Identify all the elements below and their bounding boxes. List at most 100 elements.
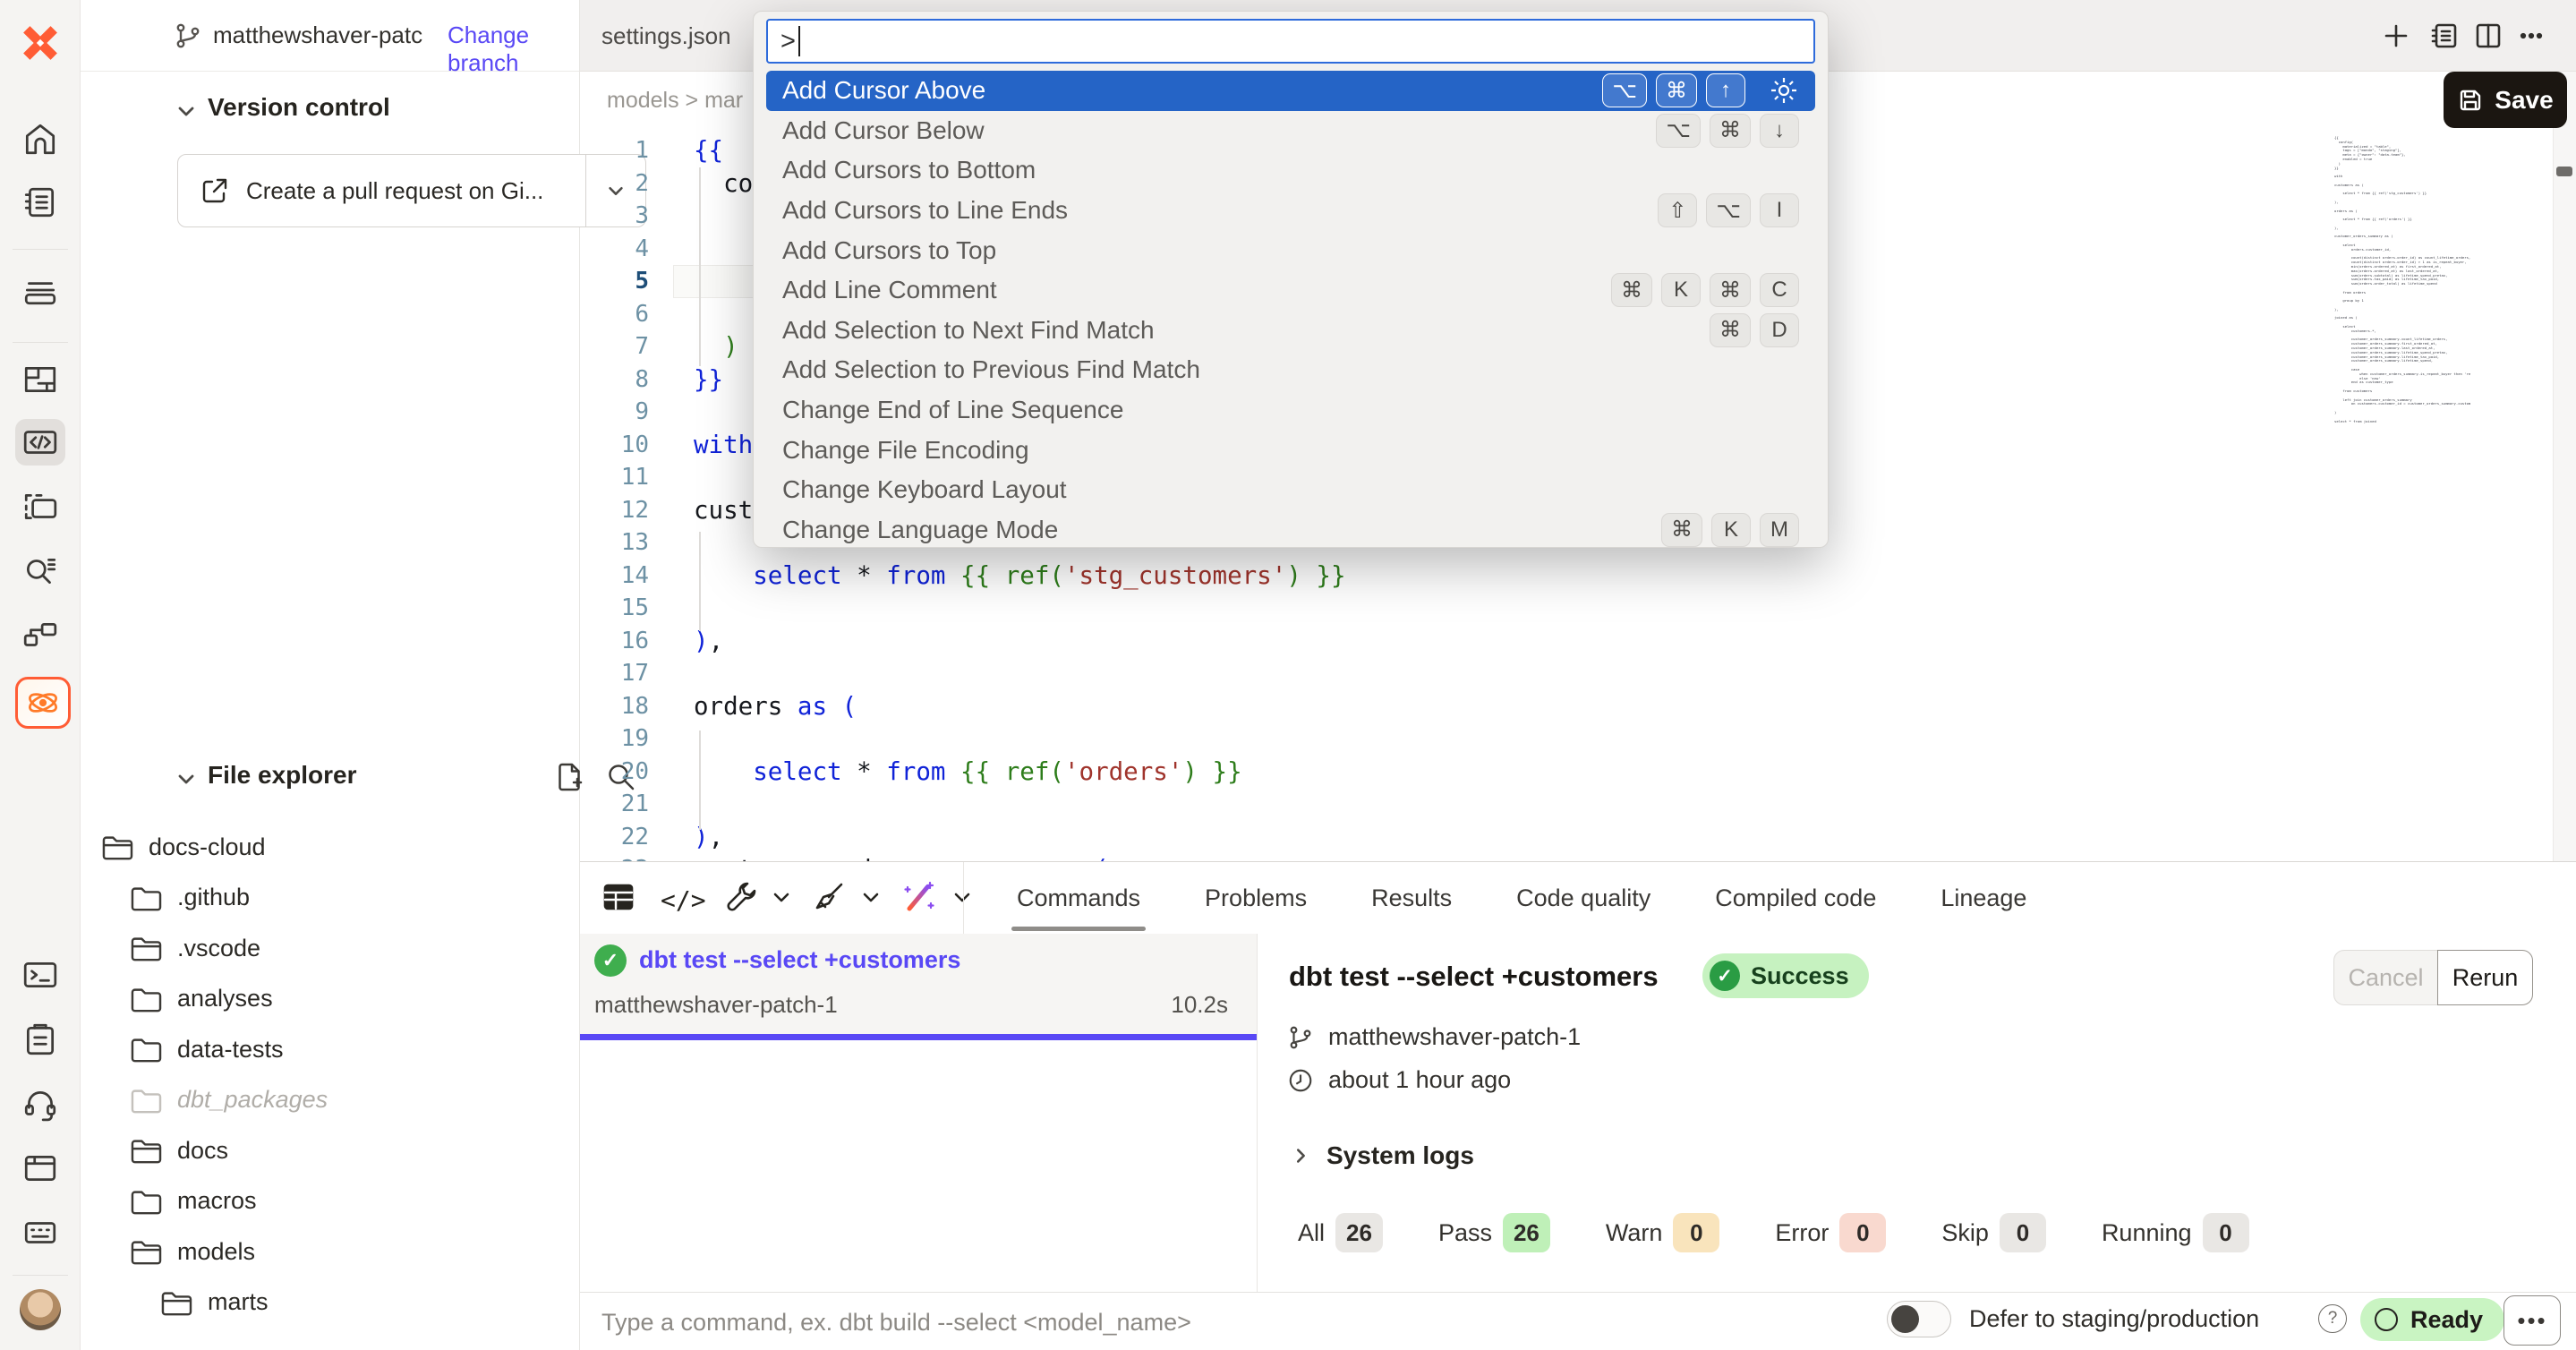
command-item[interactable]: Add Cursor Below⌥⌘↓ — [766, 111, 1815, 151]
run-list-item[interactable]: ✓ dbt test --select +customers matthewsh… — [580, 934, 1257, 1034]
console-tab-compiled-code[interactable]: Compiled code — [1715, 862, 1876, 934]
tree-item-docs-cloud[interactable]: docs-cloud — [81, 822, 580, 873]
chevron-down-icon[interactable] — [175, 768, 197, 790]
filter-chip-pass[interactable]: Pass26 — [1438, 1213, 1550, 1252]
command-item[interactable]: Add Cursor Above⌥⌘↑ — [766, 71, 1815, 111]
support-headset-icon[interactable] — [15, 1081, 65, 1127]
code-editor-icon[interactable] — [15, 419, 65, 466]
tree-item-analyses[interactable]: analyses — [81, 974, 580, 1025]
console-tab-code-quality[interactable]: Code quality — [1516, 862, 1651, 934]
run-detail: dbt test --select +customers ✓ Success C… — [1258, 934, 2576, 1293]
dashboard-grid-icon[interactable] — [15, 356, 65, 403]
command-item[interactable]: Add Cursors to Bottom — [766, 150, 1815, 191]
command-item[interactable]: Add Selection to Previous Find Match — [766, 350, 1815, 390]
command-item[interactable]: Add Selection to Next Find Match⌘D — [766, 311, 1815, 351]
code-line: 21 — [580, 788, 2334, 821]
create-pr-button[interactable]: Create a pull request on Gi... — [177, 154, 646, 227]
tree-item--vscode[interactable]: .vscode — [81, 923, 580, 974]
terminal-icon[interactable] — [15, 952, 65, 998]
command-palette-input[interactable]: > — [766, 19, 1815, 64]
code-line: 23customer_orders_summary as ( — [580, 853, 2334, 861]
defer-toggle[interactable] — [1887, 1301, 1951, 1337]
chevron-down-icon[interactable] — [859, 885, 883, 909]
more-options-button[interactable]: ••• — [2503, 1295, 2561, 1346]
cancel-button[interactable]: Cancel — [2333, 950, 2439, 1005]
left-icon-rail — [0, 0, 81, 1350]
save-button[interactable]: Save — [2444, 72, 2567, 128]
console-tab-results[interactable]: Results — [1371, 862, 1452, 934]
console-tab-commands[interactable]: Commands — [1017, 862, 1140, 934]
build-wrench-icon[interactable] — [723, 878, 761, 916]
filter-chip-error[interactable]: Error0 — [1775, 1213, 1886, 1252]
version-control-title: Version control — [208, 93, 390, 122]
notebook-panel-icon[interactable] — [2427, 18, 2462, 54]
user-avatar[interactable] — [20, 1289, 61, 1330]
command-item[interactable]: Change Language Mode⌘KM — [766, 510, 1815, 548]
notebook-icon[interactable] — [15, 179, 65, 226]
command-item[interactable]: Change Keyboard Layout — [766, 470, 1815, 510]
tree-item--github[interactable]: .github — [81, 873, 580, 924]
chevron-down-icon[interactable] — [951, 885, 974, 909]
rerun-button[interactable]: Rerun — [2437, 950, 2533, 1005]
home-icon[interactable] — [15, 116, 65, 163]
editor-scrollbar[interactable] — [2553, 72, 2576, 861]
tree-item-dbt-packages[interactable]: dbt_packages — [81, 1075, 580, 1126]
status-label: Success — [1751, 962, 1849, 990]
filter-chip-all[interactable]: All26 — [1298, 1213, 1383, 1252]
scrollbar-thumb[interactable] — [2556, 167, 2572, 176]
tree-item-macros[interactable]: macros — [81, 1176, 580, 1227]
help-question-icon[interactable]: ? — [2318, 1304, 2347, 1333]
tree-item-docs[interactable]: docs — [81, 1125, 580, 1176]
environments-stack-icon[interactable] — [15, 267, 65, 313]
dbt-logo[interactable] — [15, 20, 65, 66]
lineage-flow-icon[interactable] — [15, 612, 65, 659]
ready-status-pill[interactable]: Ready — [2360, 1298, 2504, 1341]
rail-divider — [13, 342, 68, 343]
command-input[interactable]: Type a command, ex. dbt build --select <… — [601, 1309, 1191, 1337]
editor-more-icon[interactable] — [2513, 18, 2549, 54]
gear-icon[interactable] — [1769, 75, 1799, 106]
change-branch-link[interactable]: Change branch — [448, 21, 579, 77]
minimap[interactable]: {{ config( materialized = "table", tags … — [2334, 136, 2470, 423]
run-command-link[interactable]: dbt test --select +customers — [639, 946, 960, 974]
text-caret — [798, 26, 801, 56]
filter-chip-running[interactable]: Running0 — [2102, 1213, 2249, 1252]
shortcut-key: ↓ — [1760, 114, 1799, 148]
command-item[interactable]: Add Line Comment⌘K⌘C — [766, 270, 1815, 311]
jobs-frame-icon[interactable] — [15, 483, 65, 530]
tree-item-models[interactable]: models — [81, 1226, 580, 1277]
code-line: 22), — [580, 821, 2334, 854]
code-line: 18orders as ( — [580, 690, 2334, 723]
system-logs-toggle[interactable]: System logs — [1291, 1141, 1474, 1170]
tab-settings-json[interactable]: settings.json — [601, 0, 731, 72]
results-table-icon[interactable] — [600, 878, 637, 916]
docs-window-icon[interactable] — [15, 1145, 65, 1192]
toggle-knob — [1891, 1305, 1919, 1333]
command-item[interactable]: Add Cursors to Line Ends⇧⌥I — [766, 191, 1815, 231]
format-broom-icon[interactable] — [811, 878, 849, 916]
copilot-atom-icon[interactable] — [15, 677, 71, 729]
filter-chip-warn[interactable]: Warn0 — [1606, 1213, 1720, 1252]
keyboard-icon[interactable] — [15, 1209, 65, 1256]
split-editor-icon[interactable] — [2470, 18, 2506, 54]
changelog-clipboard-icon[interactable] — [15, 1017, 65, 1064]
filter-chip-skip[interactable]: Skip0 — [1941, 1213, 2046, 1252]
explore-search-icon[interactable] — [15, 548, 65, 594]
chevron-down-icon[interactable] — [770, 885, 793, 909]
command-item[interactable]: Add Cursors to Top — [766, 230, 1815, 270]
rail-divider — [13, 249, 68, 250]
tree-item-marts[interactable]: marts — [81, 1277, 580, 1329]
console-toolbar: </> Com — [580, 862, 2576, 934]
console-tab-lineage[interactable]: Lineage — [1941, 862, 2026, 934]
compile-code-icon[interactable]: </> — [661, 885, 706, 915]
copilot-wand-icon[interactable] — [900, 878, 938, 916]
code-line: 16), — [580, 625, 2334, 658]
command-item[interactable]: Change End of Line Sequence — [766, 390, 1815, 431]
command-item[interactable]: Change File Encoding — [766, 430, 1815, 470]
chevron-down-icon[interactable] — [175, 100, 197, 122]
console-tab-problems[interactable]: Problems — [1205, 862, 1307, 934]
new-tab-plus-icon[interactable] — [2378, 18, 2414, 54]
breadcrumb[interactable]: models > mar — [607, 88, 743, 114]
tree-item-data-tests[interactable]: data-tests — [81, 1024, 580, 1075]
code-line: 15 — [580, 592, 2334, 625]
